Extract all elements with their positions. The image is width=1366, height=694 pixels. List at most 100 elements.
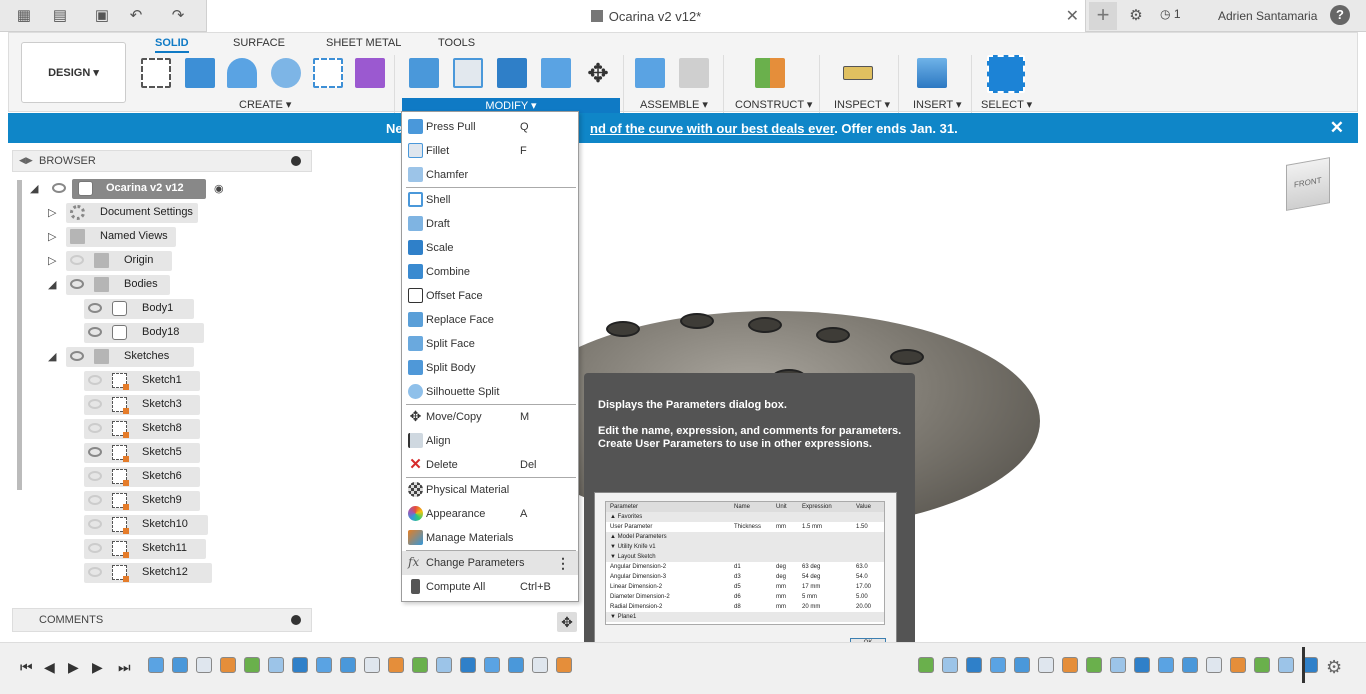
timeline-feature-icon[interactable] (1206, 657, 1222, 673)
measure-icon[interactable] (843, 66, 873, 80)
timeline-feature-icon[interactable] (1134, 657, 1150, 673)
tree-item-sketch8[interactable]: Sketch8 (26, 418, 226, 440)
assemble-menu[interactable]: ASSEMBLE ▾ (640, 98, 708, 111)
tree-item-body1[interactable]: Body1 (26, 298, 226, 320)
comments-bar[interactable]: COMMENTS (12, 608, 312, 632)
tree-item-bodies[interactable]: ◢ Bodies (26, 274, 226, 296)
job-status[interactable]: ◷ 1 (1160, 7, 1181, 21)
pattern-icon[interactable] (313, 58, 343, 88)
activate-radio-icon[interactable]: ◉ (214, 182, 224, 195)
document-tab[interactable]: Ocarina v2 v12* ✕ (206, 0, 1086, 32)
step-back-icon[interactable]: ◀ (44, 659, 55, 676)
tree-item-body18[interactable]: Body18 (26, 322, 226, 344)
timeline-feature-icon[interactable] (364, 657, 380, 673)
timeline-feature-icon[interactable] (1062, 657, 1078, 673)
menu-item-shell[interactable]: Shell (402, 188, 578, 212)
timeline-feature-icon[interactable] (1158, 657, 1174, 673)
tree-item-sketch5[interactable]: Sketch5 (26, 442, 226, 464)
timeline-feature-icon[interactable] (1086, 657, 1102, 673)
menu-item-compute-all[interactable]: Compute All Ctrl+B (402, 575, 578, 599)
tree-item-document-settings[interactable]: ▷ Document Settings (26, 202, 226, 224)
timeline-feature-icon[interactable] (1038, 657, 1054, 673)
menu-item-physical-material[interactable]: Physical Material (402, 478, 578, 502)
menu-item-move-copy[interactable]: ✥ Move/Copy M (402, 405, 578, 429)
tree-item-sketch9[interactable]: Sketch9 (26, 490, 226, 512)
minimize-browser-icon[interactable] (291, 156, 301, 166)
timeline-feature-icon[interactable] (918, 657, 934, 673)
visibility-eye-icon[interactable] (88, 423, 102, 433)
timeline-feature-icon[interactable] (966, 657, 982, 673)
create-sketch-icon[interactable] (141, 58, 171, 88)
menu-item-replace-face[interactable]: Replace Face (402, 308, 578, 332)
insert-menu[interactable]: INSERT ▾ (913, 98, 962, 111)
tree-item-sketch3[interactable]: Sketch3 (26, 394, 226, 416)
timeline-feature-icon[interactable] (1110, 657, 1126, 673)
inspect-menu[interactable]: INSPECT ▾ (834, 98, 890, 111)
menu-item-manage-materials[interactable]: Manage Materials (402, 526, 578, 550)
menu-item-draft[interactable]: Draft (402, 212, 578, 236)
help-icon[interactable]: ? (1330, 5, 1350, 25)
visibility-eye-icon[interactable] (88, 471, 102, 481)
create-form-icon[interactable] (355, 58, 385, 88)
redo-icon[interactable]: ↷ (168, 6, 188, 26)
timeline-track[interactable] (148, 653, 1318, 685)
visibility-eye-icon[interactable] (70, 279, 84, 289)
timeline-feature-icon[interactable] (220, 657, 236, 673)
offset-plane-icon[interactable] (755, 58, 785, 88)
visibility-eye-icon[interactable] (88, 399, 102, 409)
menu-item-offset-face[interactable]: Offset Face (402, 284, 578, 308)
visibility-eye-icon[interactable] (88, 543, 102, 553)
joint-icon[interactable] (679, 58, 709, 88)
undo-icon[interactable]: ↶ (126, 6, 146, 26)
menu-item-appearance[interactable]: Appearance A (402, 502, 578, 526)
select-icon[interactable] (987, 55, 1025, 93)
timeline-feature-icon[interactable] (1014, 657, 1030, 673)
tree-item-origin[interactable]: ▷ Origin (26, 250, 226, 272)
tab-tools[interactable]: TOOLS (438, 37, 475, 49)
visibility-eye-icon[interactable] (88, 327, 102, 337)
timeline-feature-icon[interactable] (148, 657, 164, 673)
hole-icon[interactable] (271, 58, 301, 88)
timeline-feature-icon[interactable] (340, 657, 356, 673)
menu-item-press-pull[interactable]: Press Pull Q (402, 115, 578, 139)
save-icon[interactable]: ▣ (92, 6, 112, 26)
menu-item-scale[interactable]: Scale (402, 236, 578, 260)
visibility-eye-icon[interactable] (70, 255, 84, 265)
visibility-eye-icon[interactable] (88, 303, 102, 313)
timeline-feature-icon[interactable] (1278, 657, 1294, 673)
viewcube[interactable]: FRONT (1286, 157, 1330, 211)
user-name[interactable]: Adrien Santamaria (1218, 9, 1317, 23)
tree-item-sketch11[interactable]: Sketch11 (26, 538, 226, 560)
workspace-switcher-button[interactable]: DESIGN ▾ (21, 42, 126, 103)
expand-icon[interactable]: ▷ (48, 230, 56, 243)
timeline-feature-icon[interactable] (436, 657, 452, 673)
file-icon[interactable]: ▤ (50, 6, 70, 26)
menu-item-change-parameters[interactable]: fx Change Parameters ⋮ (402, 551, 578, 575)
create-menu[interactable]: CREATE ▾ (239, 98, 291, 111)
menu-item-align[interactable]: Align (402, 429, 578, 453)
tab-solid[interactable]: SOLID (155, 37, 189, 53)
browser-header[interactable]: ◀▶ BROWSER (12, 150, 312, 172)
construct-menu[interactable]: CONSTRUCT ▾ (735, 98, 812, 111)
fillet-icon[interactable] (453, 58, 483, 88)
tree-item-sketch1[interactable]: Sketch1 (26, 370, 226, 392)
timeline-feature-icon[interactable] (556, 657, 572, 673)
visibility-eye-icon[interactable] (88, 519, 102, 529)
timeline-feature-icon[interactable] (1230, 657, 1246, 673)
revolve-icon[interactable] (227, 58, 257, 88)
expand-icon[interactable]: ◢ (48, 350, 56, 363)
tab-sheet-metal[interactable]: SHEET METAL (326, 37, 401, 49)
visibility-eye-icon[interactable] (88, 495, 102, 505)
expand-icon[interactable]: ◢ (30, 182, 38, 195)
more-options-icon[interactable]: ⋮ (556, 555, 570, 572)
timeline-feature-icon[interactable] (942, 657, 958, 673)
menu-item-combine[interactable]: Combine (402, 260, 578, 284)
banner-link[interactable]: nd of the curve with our best deals ever (590, 121, 834, 136)
visibility-eye-icon[interactable] (88, 567, 102, 577)
timeline-feature-icon[interactable] (484, 657, 500, 673)
collapse-arrows-icon[interactable]: ◀▶ (19, 155, 33, 166)
visibility-eye-icon[interactable] (52, 183, 66, 193)
step-forward-icon[interactable]: ▶ (92, 659, 103, 676)
timeline-feature-icon[interactable] (268, 657, 284, 673)
pan-icon[interactable]: ✥ (557, 612, 577, 632)
